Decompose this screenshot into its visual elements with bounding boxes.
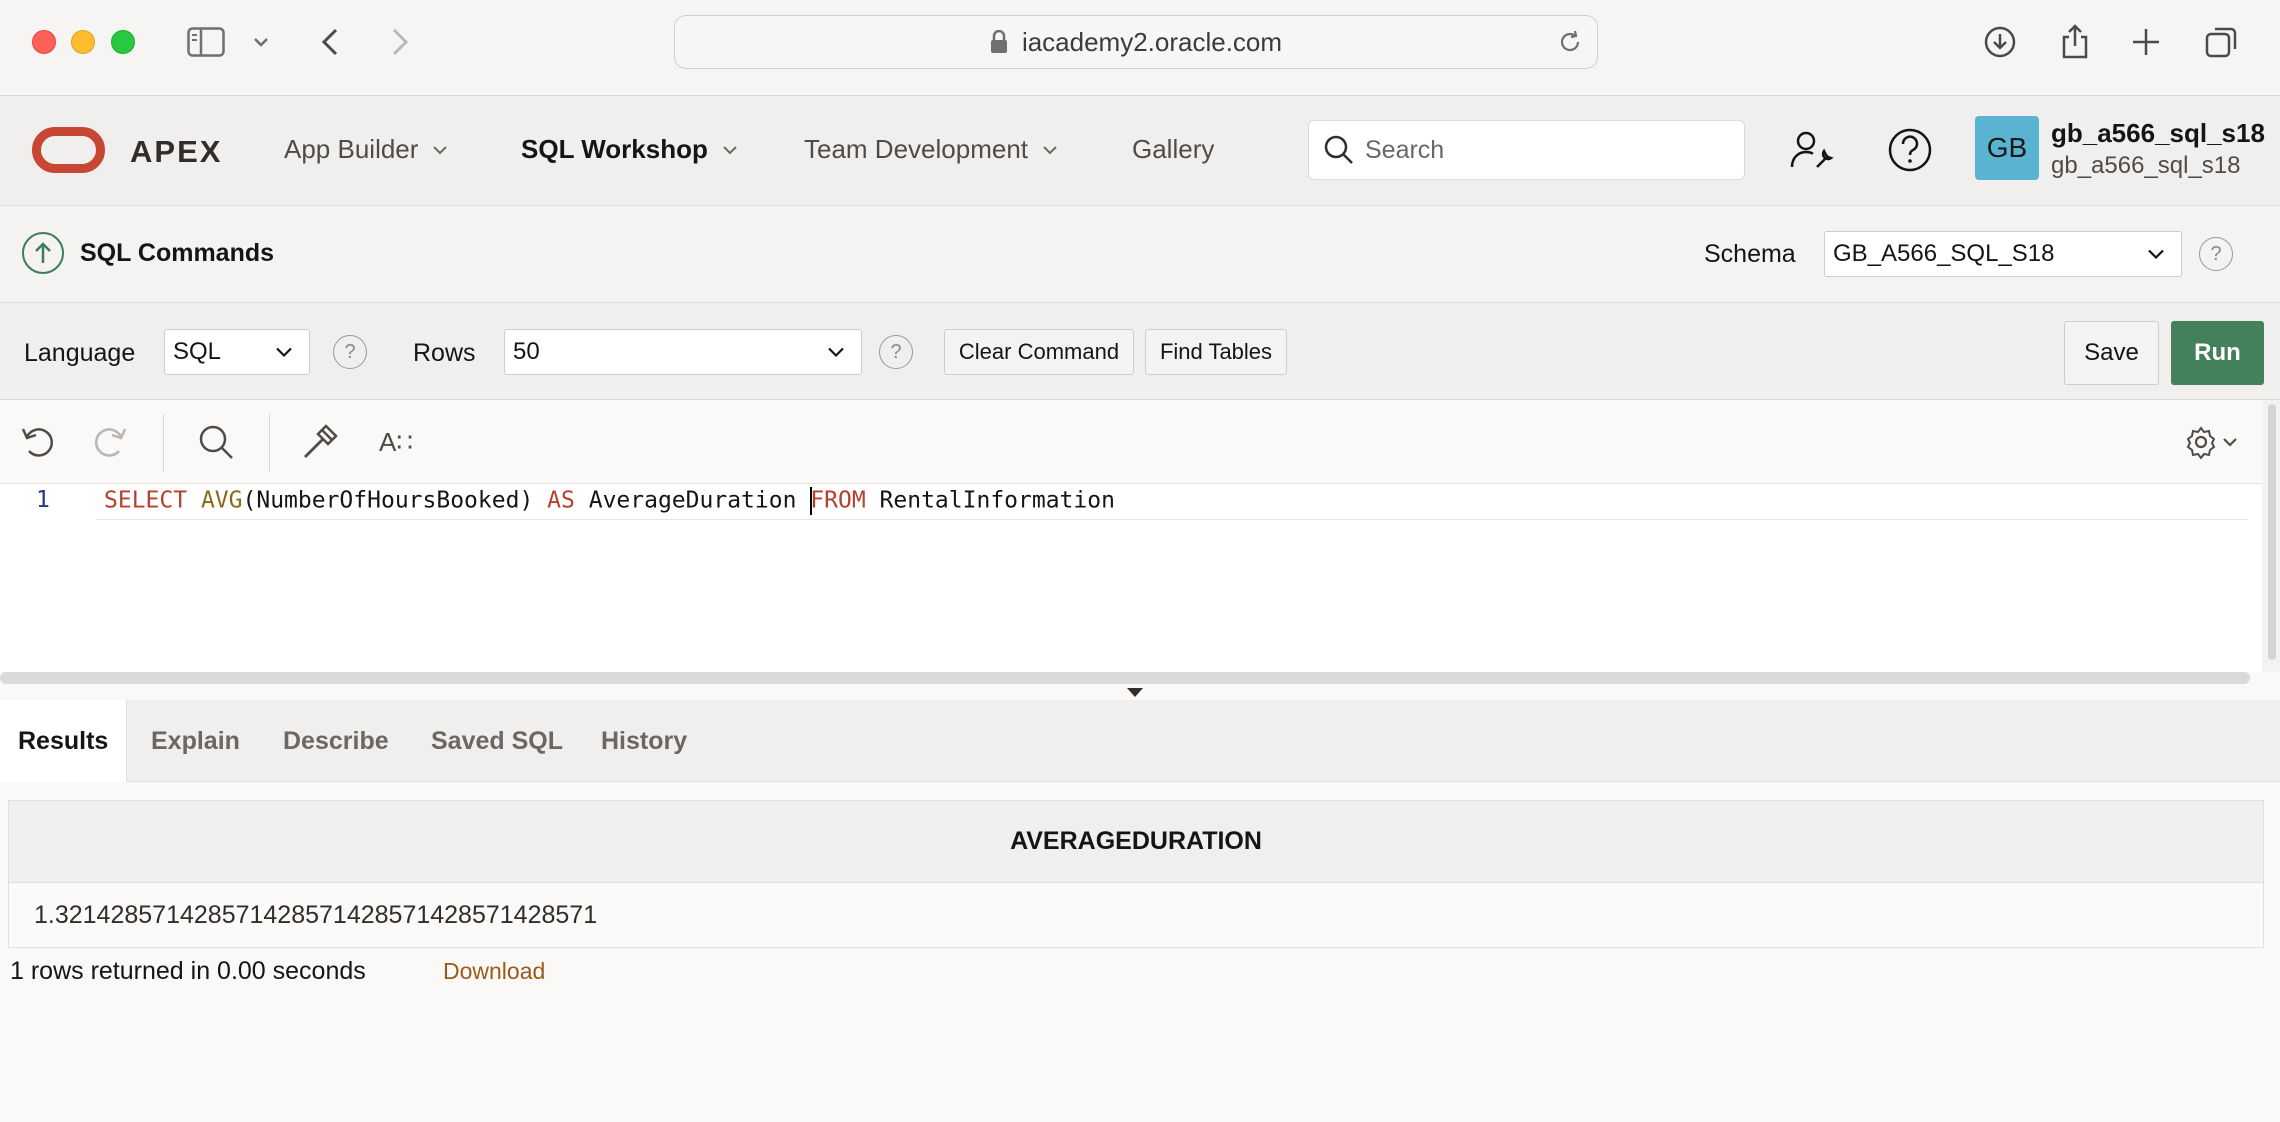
nav-team-development[interactable]: Team Development xyxy=(804,134,1058,165)
back-arrow-icon[interactable] xyxy=(312,20,348,64)
language-value: SQL xyxy=(173,338,222,365)
rows-help-icon[interactable]: ? xyxy=(879,335,913,369)
user-workspace: gb_a566_sql_s18 xyxy=(2051,152,2241,179)
tab-saved-sql[interactable]: Saved SQL xyxy=(431,700,563,782)
sql-keyword: AS xyxy=(547,487,575,514)
reload-icon[interactable] xyxy=(1557,29,1583,62)
language-label: Language xyxy=(24,339,136,367)
language-select[interactable]: SQL xyxy=(164,329,310,375)
editor-horizontal-scrollbar[interactable] xyxy=(0,672,2250,684)
tab-overview-icon[interactable] xyxy=(2200,20,2244,64)
search-icon[interactable] xyxy=(194,420,238,464)
page-title-bar: SQL Commands Schema GB_A566_SQL_S18 ? xyxy=(0,206,2280,303)
result-tabs: Results Explain Describe Saved SQL Histo… xyxy=(0,700,2280,782)
rows-value: 50 xyxy=(513,338,540,365)
sql-function: AVG xyxy=(200,487,243,514)
chevron-down-icon xyxy=(432,145,448,155)
editor-toolbar: A∷ xyxy=(0,400,2280,484)
line-number: 1 xyxy=(36,487,50,513)
schema-help-icon[interactable]: ? xyxy=(2199,237,2233,271)
schema-label: Schema xyxy=(1704,240,1796,268)
chevron-down-icon[interactable] xyxy=(248,20,274,64)
apex-brand[interactable]: APEX xyxy=(130,134,222,170)
chevron-down-icon xyxy=(827,347,845,358)
schema-select[interactable]: GB_A566_SQL_S18 xyxy=(1824,231,2182,277)
search-input[interactable]: Search xyxy=(1308,120,1745,180)
tab-history[interactable]: History xyxy=(601,700,687,782)
nav-gallery[interactable]: Gallery xyxy=(1132,134,1214,165)
nav-sql-workshop[interactable]: SQL Workshop xyxy=(521,134,738,165)
arrow-up-icon[interactable] xyxy=(22,232,64,274)
sql-keyword: FROM xyxy=(810,487,866,514)
apex-header: APEX App Builder SQL Workshop Team Devel… xyxy=(0,96,2280,206)
results-status: 1 rows returned in 0.00 seconds xyxy=(10,957,366,985)
url-text: iacademy2.oracle.com xyxy=(1021,26,1283,57)
downloads-icon[interactable] xyxy=(1978,20,2022,64)
tab-explain[interactable]: Explain xyxy=(151,700,240,782)
clear-command-button[interactable]: Clear Command xyxy=(944,329,1134,375)
chevron-down-icon xyxy=(722,145,738,155)
format-code-icon[interactable]: A∷ xyxy=(372,420,420,464)
search-icon xyxy=(1323,134,1355,166)
schema-value: GB_A566_SQL_S18 xyxy=(1833,240,2055,267)
pane-splitter[interactable] xyxy=(0,684,2280,700)
chevron-down-icon xyxy=(1042,145,1058,155)
administration-icon[interactable] xyxy=(1786,124,1838,176)
avatar[interactable]: GB xyxy=(1975,116,2039,180)
search-placeholder: Search xyxy=(1365,135,1445,164)
help-icon[interactable] xyxy=(1884,124,1936,176)
toolbar-divider xyxy=(163,414,164,472)
hammer-icon[interactable] xyxy=(298,420,342,464)
browser-toolbar: iacademy2.oracle.com xyxy=(0,0,2280,96)
zoom-window-button[interactable] xyxy=(111,30,135,54)
tab-results[interactable]: Results xyxy=(0,700,128,782)
column-header: AVERAGEDURATION xyxy=(9,801,2263,883)
undo-icon[interactable] xyxy=(16,420,60,464)
chevron-down-icon xyxy=(2147,249,2165,260)
download-link[interactable]: Download xyxy=(443,958,545,985)
collapse-triangle-icon[interactable] xyxy=(1127,688,1143,697)
close-window-button[interactable] xyxy=(32,30,56,54)
sql-alias: AverageDuration xyxy=(588,487,797,514)
table-cell: 1.32142857142857142857142857142857142857… xyxy=(34,901,598,929)
rows-select[interactable]: 50 xyxy=(504,329,862,375)
nav-app-builder[interactable]: App Builder xyxy=(284,134,448,165)
share-icon[interactable] xyxy=(2053,20,2097,64)
editor-vertical-scrollbar[interactable] xyxy=(2262,400,2280,672)
results-table: AVERAGEDURATION 1.3214285714285714285714… xyxy=(8,800,2264,948)
command-toolbar: Language SQL ? Rows 50 ? Clear Command F… xyxy=(0,303,2280,400)
sql-arguments: (NumberOfHoursBooked) xyxy=(242,487,534,514)
toolbar-divider xyxy=(269,414,270,472)
tab-describe[interactable]: Describe xyxy=(283,700,389,782)
oracle-logo-icon[interactable] xyxy=(32,127,105,173)
address-bar[interactable]: iacademy2.oracle.com xyxy=(674,15,1598,69)
run-button[interactable]: Run xyxy=(2171,321,2264,385)
minimize-window-button[interactable] xyxy=(71,30,95,54)
page-title: SQL Commands xyxy=(80,239,275,267)
sql-editor[interactable]: 1 SELECT AVG(NumberOfHoursBooked) AS Ave… xyxy=(0,484,2262,672)
new-tab-icon[interactable] xyxy=(2124,20,2168,64)
sql-keyword: SELECT xyxy=(104,487,188,514)
code-line[interactable]: SELECT AVG(NumberOfHoursBooked) AS Avera… xyxy=(104,487,1115,515)
language-help-icon[interactable]: ? xyxy=(333,335,367,369)
find-tables-button[interactable]: Find Tables xyxy=(1145,329,1287,375)
chevron-down-icon xyxy=(275,347,293,358)
user-name[interactable]: gb_a566_sql_s18 xyxy=(2051,118,2265,149)
scrollbar-thumb[interactable] xyxy=(2268,404,2276,660)
rows-label: Rows xyxy=(413,339,476,367)
forward-arrow-icon[interactable] xyxy=(382,20,418,64)
sql-table: RentalInformation xyxy=(879,487,1115,514)
sidebar-toggle-icon[interactable] xyxy=(184,20,228,64)
lock-icon xyxy=(990,30,1008,54)
save-button[interactable]: Save xyxy=(2064,321,2159,385)
gear-icon[interactable] xyxy=(2182,420,2242,464)
redo-icon[interactable] xyxy=(88,420,132,464)
